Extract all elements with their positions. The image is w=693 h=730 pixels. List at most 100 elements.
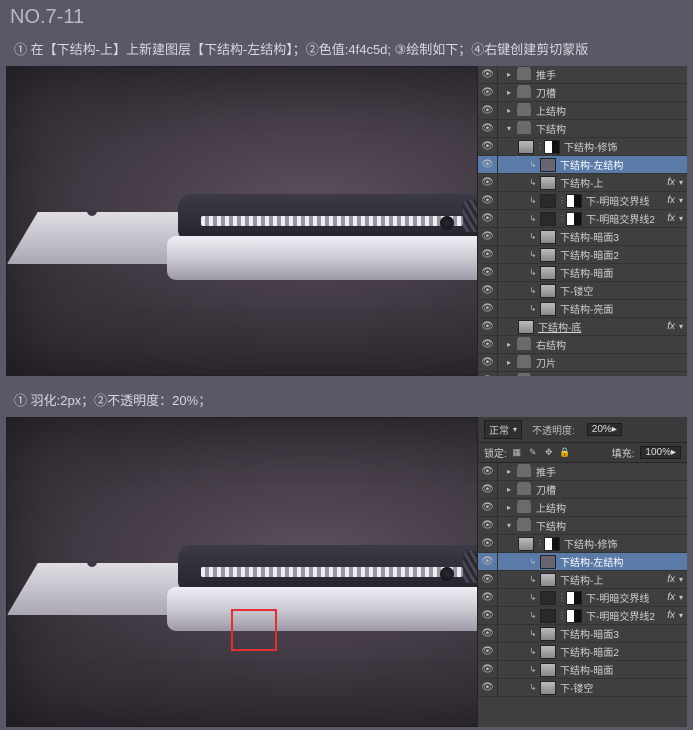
layer-name[interactable]: 下结构-底	[536, 319, 665, 334]
visibility-eye-icon[interactable]: 👁	[478, 553, 498, 571]
layer-thumbnail[interactable]	[540, 627, 556, 641]
layer-name[interactable]: 下结构-暗面	[558, 265, 683, 280]
layer-thumbnail[interactable]	[540, 555, 556, 569]
fx-chevron-icon[interactable]: ▾	[677, 575, 683, 584]
layer-name[interactable]: 刀片	[534, 355, 683, 370]
layer-row[interactable]: 👁↳⋮下-明暗交界线fx▾	[478, 192, 687, 210]
layer-row[interactable]: 👁⋮下结构-修饰	[478, 138, 687, 156]
layer-list-2[interactable]: 👁▸推手👁▸刀槽👁▸上结构👁▾下结构👁⋮下结构-修饰👁↳下结构-左结构👁↳下结构…	[478, 463, 687, 697]
layer-thumbnail[interactable]	[518, 320, 534, 334]
visibility-eye-icon[interactable]: 👁	[478, 228, 498, 246]
fx-chevron-icon[interactable]: ▾	[677, 322, 683, 331]
visibility-eye-icon[interactable]: 👁	[478, 138, 498, 156]
layer-row[interactable]: 👁▸刀槽	[478, 481, 687, 499]
layer-row[interactable]: 👁 ▾ 下结构	[478, 120, 687, 138]
layer-name[interactable]: 下-明暗交界线2	[584, 608, 665, 623]
mask-link-icon[interactable]: ⋮	[558, 593, 564, 602]
visibility-eye-icon[interactable]: 👁	[478, 607, 498, 625]
layer-row[interactable]: 👁↳下结构-上fx▾	[478, 174, 687, 192]
layer-name[interactable]: 右结构	[534, 337, 683, 352]
visibility-eye-icon[interactable]: 👁	[478, 264, 498, 282]
visibility-eye-icon[interactable]: 👁	[478, 156, 498, 174]
fx-badge[interactable]: fx	[665, 610, 677, 621]
layer-thumbnail[interactable]	[540, 176, 556, 190]
visibility-eye-icon[interactable]: 👁	[478, 499, 498, 517]
layer-row[interactable]: 👁▸刀槽	[478, 84, 687, 102]
fx-chevron-icon[interactable]: ▾	[677, 214, 683, 223]
mask-thumbnail[interactable]	[544, 537, 560, 551]
fx-badge[interactable]: fx	[665, 592, 677, 603]
layer-thumbnail[interactable]	[540, 230, 556, 244]
disclosure-closed-icon[interactable]: ▸	[504, 106, 514, 115]
opacity-input[interactable]: 20% ▸	[587, 423, 622, 436]
layer-name[interactable]: 刀槽	[534, 482, 683, 497]
visibility-eye-icon[interactable]: 👁	[478, 517, 498, 535]
layer-row[interactable]: 👁↳⋮下-明暗交界线fx▾	[478, 589, 687, 607]
blend-mode-dropdown[interactable]: 正常 ▾	[484, 420, 522, 439]
layer-row[interactable]: 👁↳下结构-暗面	[478, 264, 687, 282]
disclosure-closed-icon[interactable]: ▸	[504, 70, 514, 79]
layer-name[interactable]: 上结构	[534, 500, 683, 515]
layer-name[interactable]: 下结构-暗面2	[558, 247, 683, 262]
layer-row[interactable]: 👁⋮下结构-修饰	[478, 535, 687, 553]
layer-thumbnail[interactable]	[540, 158, 556, 172]
layer-name[interactable]: 推手	[534, 67, 683, 82]
layer-name[interactable]: 下结构	[534, 518, 683, 533]
mask-link-icon[interactable]: ⋮	[558, 214, 564, 223]
disclosure-closed-icon[interactable]: ▸	[504, 503, 514, 512]
visibility-eye-icon[interactable]: 👁	[478, 354, 498, 372]
disclosure-open-icon[interactable]: ▾	[504, 124, 514, 133]
layer-thumbnail[interactable]	[540, 266, 556, 280]
lock-all-icon[interactable]: 🔒	[559, 447, 571, 459]
mask-link-icon[interactable]: ⋮	[536, 539, 542, 548]
mask-thumbnail[interactable]	[566, 194, 582, 208]
layer-thumbnail[interactable]	[540, 591, 556, 605]
layer-thumbnail[interactable]	[540, 248, 556, 262]
layer-row[interactable]: 👁↳下-镂空	[478, 282, 687, 300]
layer-name[interactable]: 下-明暗交界线2	[584, 211, 665, 226]
fill-input[interactable]: 100% ▸	[640, 446, 681, 459]
layer-row[interactable]: 👁▸上结构	[478, 102, 687, 120]
visibility-eye-icon[interactable]: 👁	[478, 300, 498, 318]
layer-name[interactable]: 下结构-暗面3	[558, 229, 683, 244]
visibility-eye-icon[interactable]: 👁	[478, 661, 498, 679]
layer-row[interactable]: 👁↳下结构-左结构	[478, 553, 687, 571]
layer-thumbnail[interactable]	[540, 302, 556, 316]
visibility-eye-icon[interactable]: 👁	[478, 282, 498, 300]
visibility-eye-icon[interactable]: 👁	[478, 589, 498, 607]
visibility-eye-icon[interactable]: 👁	[478, 174, 498, 192]
disclosure-closed-icon[interactable]: ▸	[504, 340, 514, 349]
fx-chevron-icon[interactable]: ▾	[677, 196, 683, 205]
layer-row[interactable]: 👁↳下结构-左结构	[478, 156, 687, 174]
layer-thumbnail[interactable]	[540, 663, 556, 677]
layer-row[interactable]: 👁↳⋮下-明暗交界线2fx▾	[478, 607, 687, 625]
layer-name[interactable]: 下结构-暗面3	[558, 626, 683, 641]
layer-name[interactable]: 推手	[534, 464, 683, 479]
layer-name[interactable]: 下结构-上	[558, 572, 665, 587]
visibility-eye-icon[interactable]: 👁	[478, 210, 498, 228]
layer-row[interactable]: 👁↳下结构-亮面	[478, 300, 687, 318]
visibility-eye-icon[interactable]: 👁	[478, 336, 498, 354]
layer-name[interactable]: 下结构-左结构	[558, 157, 683, 172]
disclosure-closed-icon[interactable]: ▸	[504, 88, 514, 97]
layer-name[interactable]: 下结构-修饰	[562, 536, 683, 551]
fx-badge[interactable]: fx	[665, 321, 677, 332]
layer-row[interactable]: 👁↳下结构-上fx▾	[478, 571, 687, 589]
layer-thumbnail[interactable]	[540, 212, 556, 226]
layer-row[interactable]: 👁↳下结构-暗面3	[478, 228, 687, 246]
layer-name[interactable]: 下-明暗交界线	[584, 193, 665, 208]
layer-row[interactable]: 👁↳⋮下-明暗交界线2fx▾	[478, 210, 687, 228]
fx-badge[interactable]: fx	[665, 213, 677, 224]
fx-badge[interactable]: fx	[665, 177, 677, 188]
visibility-eye-icon[interactable]: 👁	[478, 120, 498, 138]
layer-thumbnail[interactable]	[540, 645, 556, 659]
layer-name[interactable]: 下结构	[534, 121, 683, 136]
layer-name[interactable]: 下-镂空	[558, 283, 683, 298]
layer-name[interactable]: 下结构-左结构	[558, 554, 683, 569]
layer-row[interactable]: 👁下结构-底fx▾	[478, 318, 687, 336]
disclosure-open-icon[interactable]: ▾	[504, 521, 514, 530]
layer-row[interactable]: 👁 ▸ 右结构	[478, 336, 687, 354]
visibility-eye-icon[interactable]: 👁	[478, 679, 498, 697]
visibility-eye-icon[interactable]: 👁	[478, 102, 498, 120]
lock-transparency-icon[interactable]: ▦	[511, 447, 523, 459]
